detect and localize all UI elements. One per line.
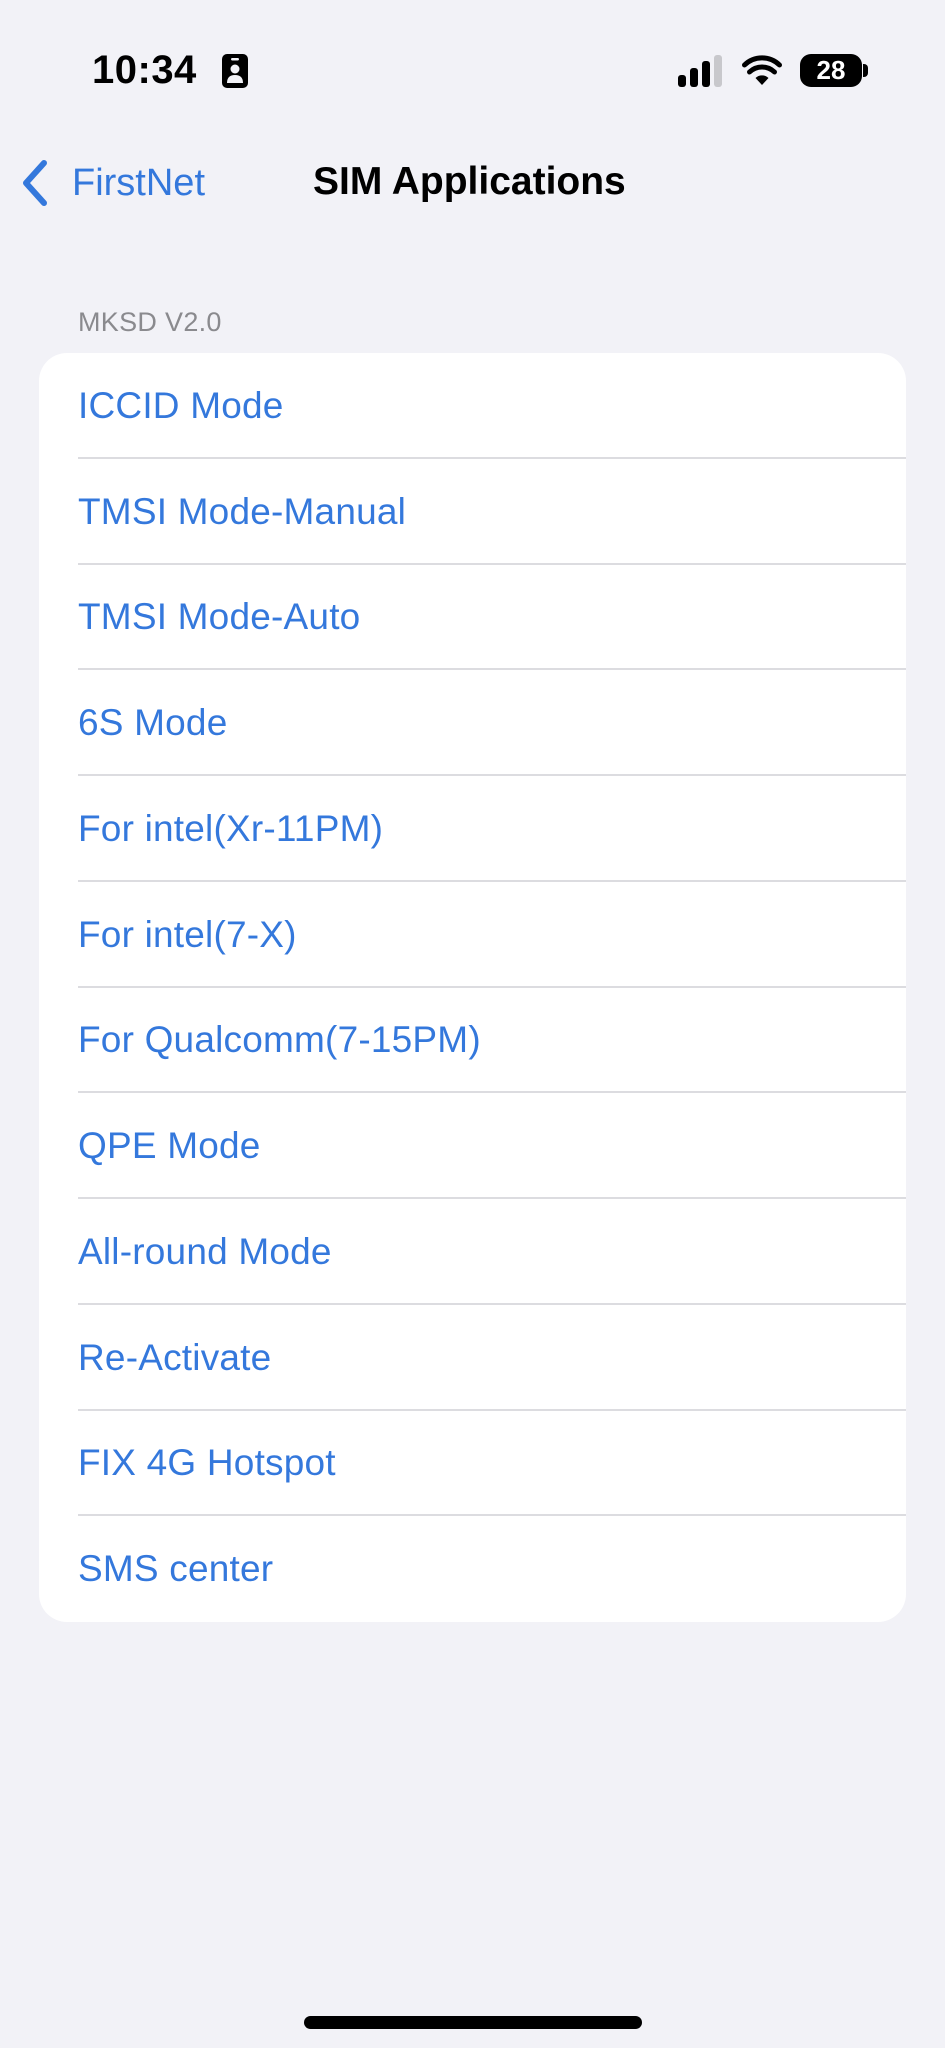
chevron-left-icon (23, 160, 47, 206)
list-item-label: For intel(Xr-11PM) (78, 807, 384, 849)
list-item-intel-xr-11pm[interactable]: For intel(Xr-11PM) (39, 776, 906, 882)
sim-applications-list: ICCID Mode TMSI Mode-Manual TMSI Mode-Au… (39, 353, 906, 1622)
list-item-iccid-mode[interactable]: ICCID Mode (39, 353, 906, 459)
home-indicator[interactable] (304, 2016, 642, 2029)
contact-badge-icon (222, 54, 248, 88)
list-item-qpe-mode[interactable]: QPE Mode (39, 1093, 906, 1199)
list-item-re-activate[interactable]: Re-Activate (39, 1305, 906, 1411)
cellular-signal-icon (678, 55, 722, 87)
list-item-label: ICCID Mode (78, 384, 284, 426)
status-time: 10:34 (92, 48, 197, 92)
back-button-label: FirstNet (72, 162, 205, 204)
back-button[interactable]: FirstNet (18, 158, 205, 208)
list-item-label: Re-Activate (78, 1336, 272, 1378)
navigation-bar: FirstNet SIM Applications (0, 130, 945, 230)
list-item-tmsi-mode-auto[interactable]: TMSI Mode-Auto (39, 565, 906, 671)
list-item-label: QPE Mode (78, 1125, 261, 1167)
list-item-intel-7-x[interactable]: For intel(7-X) (39, 882, 906, 988)
list-item-tmsi-mode-manual[interactable]: TMSI Mode-Manual (39, 459, 906, 565)
section-header: MKSD V2.0 (78, 307, 222, 337)
list-item-label: SMS center (78, 1548, 274, 1590)
battery-tip (863, 64, 868, 77)
list-item-label: All-round Mode (78, 1230, 332, 1272)
list-item-6s-mode[interactable]: 6S Mode (39, 670, 906, 776)
list-item-label: FIX 4G Hotspot (78, 1442, 336, 1484)
battery-level: 28 (816, 55, 846, 85)
list-item-fix-4g-hotspot[interactable]: FIX 4G Hotspot (39, 1411, 906, 1517)
list-item-label: For Qualcomm(7-15PM) (78, 1019, 481, 1061)
battery-icon: 28 (800, 54, 862, 87)
wifi-icon (742, 55, 782, 85)
status-bar: 10:34 28 (0, 0, 945, 110)
page-title: SIM Applications (313, 160, 626, 203)
list-item-label: For intel(7-X) (78, 913, 297, 955)
list-item-label: 6S Mode (78, 702, 228, 744)
list-item-label: TMSI Mode-Auto (78, 596, 361, 638)
screen: 10:34 28 FirstNet SIM Applications MKSD … (0, 0, 945, 2048)
list-item-label: TMSI Mode-Manual (78, 490, 407, 532)
list-item-sms-center[interactable]: SMS center (39, 1516, 906, 1622)
list-item-all-round-mode[interactable]: All-round Mode (39, 1199, 906, 1305)
list-item-qualcomm-7-15pm[interactable]: For Qualcomm(7-15PM) (39, 988, 906, 1094)
